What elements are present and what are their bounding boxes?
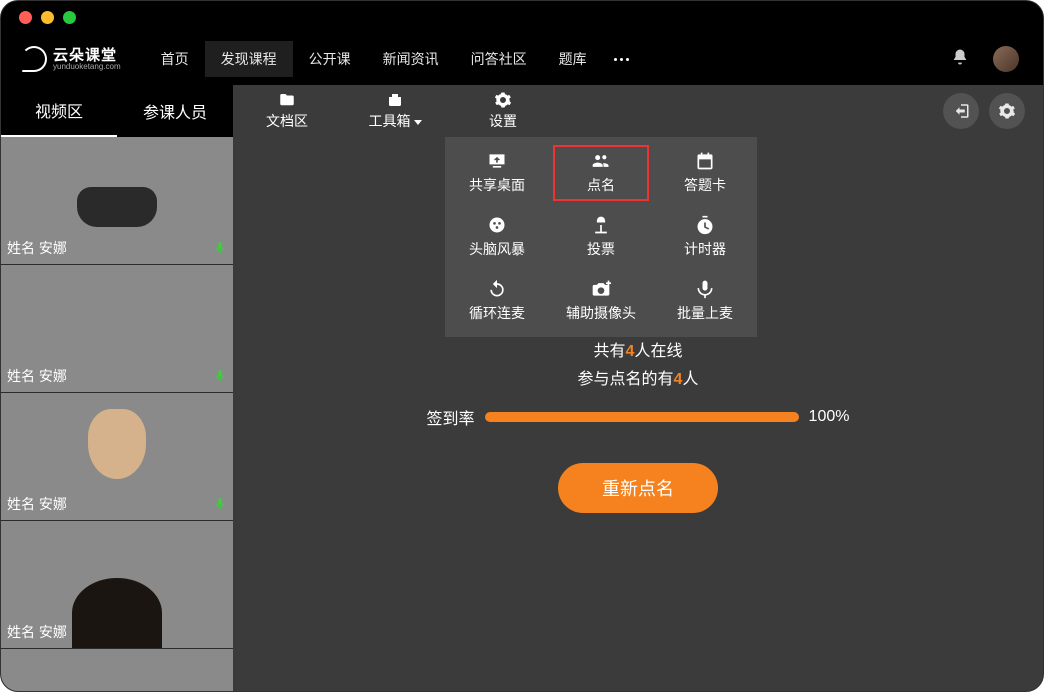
folder-icon [277, 91, 297, 109]
exit-button[interactable] [943, 93, 979, 129]
sidebar-left: 视频区 参课人员 姓名 安娜 姓名 安娜 姓名 安娜 [1, 85, 233, 691]
side-tabs: 视频区 参课人员 [1, 85, 233, 137]
tool-batch-mic[interactable]: 批量上麦 [653, 269, 757, 333]
mic-icon [213, 368, 227, 384]
settings-button[interactable] [989, 93, 1025, 129]
ribbon: 文档区 工具箱 设置 [233, 85, 1043, 137]
tab-attendees[interactable]: 参课人员 [117, 85, 233, 137]
video-tile[interactable]: 姓名 安娜 [1, 265, 233, 393]
tool-brainstorm[interactable]: 头脑风暴 [445, 205, 549, 269]
brainstorm-icon [486, 215, 508, 235]
progress-bar [485, 412, 799, 422]
mic-icon [213, 240, 227, 256]
tool-vote[interactable]: 投票 [549, 205, 653, 269]
ribbon-toolbox-label: 工具箱 [369, 111, 422, 131]
mic-icon [213, 496, 227, 512]
logo-title: 云朵课堂 [53, 48, 121, 63]
video-tile[interactable]: 姓名 安娜 [1, 521, 233, 649]
mic-up-icon [694, 279, 716, 299]
tool-share-screen[interactable]: 共享桌面 [445, 141, 549, 205]
logo-icon [21, 46, 47, 72]
share-screen-icon [486, 151, 508, 171]
close-dot[interactable] [19, 11, 32, 24]
ribbon-documents[interactable]: 文档区 [233, 85, 341, 137]
max-dot[interactable] [63, 11, 76, 24]
traffic-lights [1, 1, 1043, 33]
name-badge: 姓名 安娜 [1, 236, 73, 260]
video-tile[interactable]: 姓名 安娜 [1, 393, 233, 521]
attend-stat: 参与点名的有4人 [578, 365, 699, 389]
tab-video-area[interactable]: 视频区 [1, 85, 117, 137]
video-tile[interactable]: 姓名 安娜 [1, 137, 233, 265]
tool-loop-mic[interactable]: 循环连麦 [445, 269, 549, 333]
tool-rollcall[interactable]: 点名 [549, 141, 653, 205]
content: 视频区 参课人员 姓名 安娜 姓名 安娜 姓名 安娜 [1, 85, 1043, 691]
online-stat: 共有4人在线 [594, 337, 683, 361]
redo-rollcall-button[interactable]: 重新点名 [558, 463, 718, 513]
name-badge: 姓名 安娜 [1, 620, 73, 644]
nav-discover[interactable]: 发现课程 [205, 41, 293, 77]
video-tile[interactable] [1, 649, 233, 691]
ribbon-settings[interactable]: 设置 [449, 85, 557, 137]
gear-icon [998, 102, 1016, 120]
min-dot[interactable] [41, 11, 54, 24]
ribbon-doc-label: 文档区 [266, 111, 308, 131]
app-window: 云朵课堂 yunduoketang.com 首页 发现课程 公开课 新闻资讯 问… [0, 0, 1044, 692]
toolbox-dropdown: 共享桌面 点名 答题卡 头脑风暴 [445, 137, 757, 337]
nav-library[interactable]: 题库 [543, 41, 603, 77]
timer-icon [694, 215, 716, 235]
video-list: 姓名 安娜 姓名 安娜 姓名 安娜 姓名 安娜 [1, 137, 233, 691]
tool-answer-card[interactable]: 答题卡 [653, 141, 757, 205]
vote-icon [590, 215, 612, 235]
chevron-down-icon [414, 120, 422, 125]
loop-icon [486, 279, 508, 299]
nav-news[interactable]: 新闻资讯 [367, 41, 455, 77]
ribbon-settings-label: 设置 [489, 111, 517, 131]
exit-icon [952, 102, 970, 120]
nav-qa[interactable]: 问答社区 [455, 41, 543, 77]
main-area: 文档区 工具箱 设置 [233, 85, 1043, 691]
tool-aux-camera[interactable]: 辅助摄像头 [549, 269, 653, 333]
logo[interactable]: 云朵课堂 yunduoketang.com [21, 46, 121, 72]
top-nav: 云朵课堂 yunduoketang.com 首页 发现课程 公开课 新闻资讯 问… [1, 33, 1043, 85]
ribbon-toolbox[interactable]: 工具箱 [341, 85, 449, 137]
tool-timer[interactable]: 计时器 [653, 205, 757, 269]
gear-icon [493, 91, 513, 109]
rate-percent: 100% [809, 408, 850, 426]
calendar-icon [694, 151, 716, 171]
logo-subtitle: yunduoketang.com [53, 63, 121, 71]
nav-more-icon[interactable] [611, 58, 633, 61]
bell-icon[interactable] [951, 48, 969, 71]
nav-open-class[interactable]: 公开课 [293, 41, 367, 77]
nav-home[interactable]: 首页 [145, 41, 205, 77]
name-badge: 姓名 安娜 [1, 364, 73, 388]
toolbox-icon [385, 91, 405, 109]
avatar[interactable] [993, 46, 1019, 72]
people-icon [590, 151, 612, 171]
progress-row: 签到率 100% [427, 405, 850, 429]
name-badge: 姓名 安娜 [1, 492, 73, 516]
rate-label: 签到率 [427, 405, 475, 429]
camera-plus-icon [590, 279, 612, 299]
